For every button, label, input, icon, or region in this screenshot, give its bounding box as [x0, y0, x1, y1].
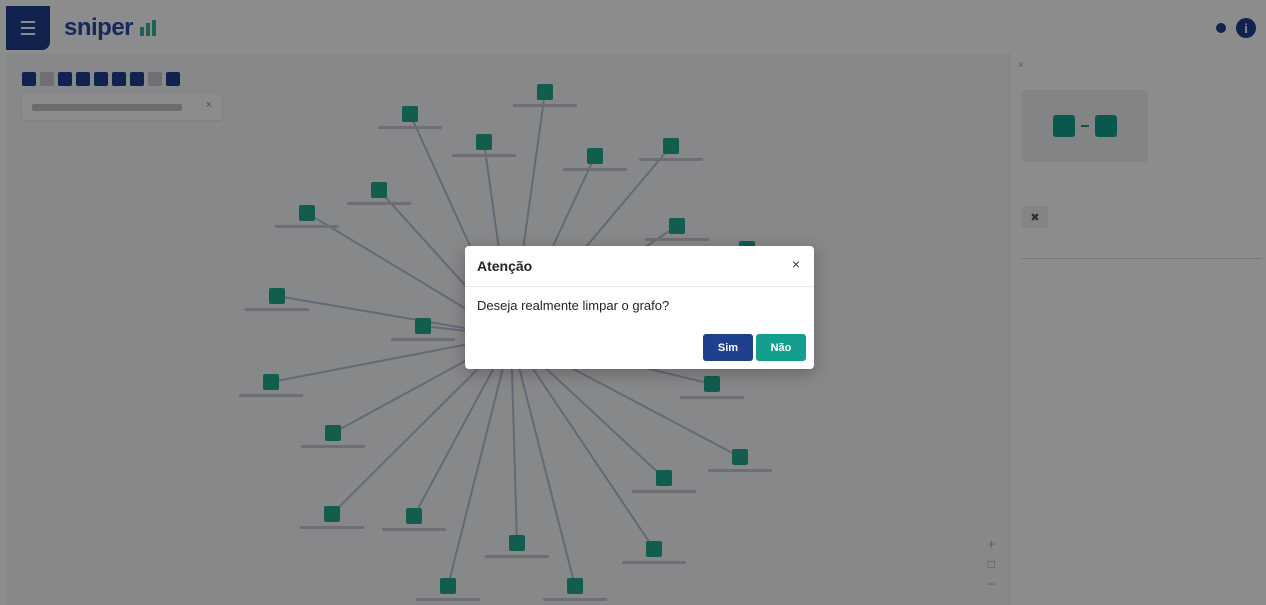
confirm-no-button[interactable]: Não: [756, 334, 806, 361]
dialog-message: Deseja realmente limpar o grafo?: [477, 298, 670, 313]
confirm-dialog: Atenção × Deseja realmente limpar o graf…: [465, 246, 814, 369]
close-icon[interactable]: ×: [792, 257, 800, 271]
confirm-yes-button[interactable]: Sim: [703, 334, 753, 361]
dialog-header: Atenção ×: [465, 246, 814, 287]
dialog-title: Atenção: [477, 258, 533, 274]
